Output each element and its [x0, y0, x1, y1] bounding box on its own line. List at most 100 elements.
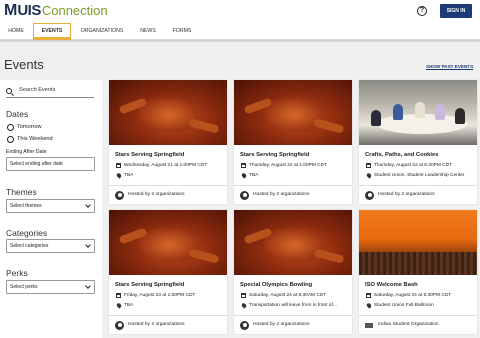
- logo-mark: M: [4, 2, 18, 19]
- person-shape: [371, 110, 381, 126]
- event-host: Hosted by 2 organizations: [253, 322, 310, 327]
- location-pin-icon: [240, 302, 248, 309]
- event-card[interactable]: Stars Serving Springfield Thursday, Augu…: [234, 80, 352, 204]
- event-title[interactable]: Special Olympics Bowling: [240, 282, 312, 288]
- finger-shape: [313, 118, 345, 134]
- themes-select[interactable]: Select themes: [6, 199, 95, 213]
- event-title[interactable]: Stars Serving Springfield: [240, 152, 309, 158]
- event-location: TBA: [124, 173, 134, 178]
- categories-select-text: Select categories: [10, 243, 49, 249]
- nav-events[interactable]: EVENTS: [33, 23, 71, 40]
- search-events-field[interactable]: Search Events: [6, 86, 94, 98]
- tomorrow-radio[interactable]: [7, 124, 14, 131]
- calendar-icon: [366, 293, 371, 298]
- event-image: [109, 80, 227, 145]
- logo-connection: Connection: [41, 3, 108, 18]
- logo-uis: UIS: [17, 2, 41, 19]
- event-card[interactable]: Stars Serving Springfield Friday, August…: [109, 210, 227, 334]
- hand-shape: [264, 98, 324, 132]
- themes-heading: Themes: [6, 187, 37, 197]
- this-weekend-label[interactable]: This Weekend: [17, 136, 53, 142]
- person-shape: [435, 104, 445, 120]
- person-shape: [415, 102, 425, 118]
- organizations-icon: [365, 191, 374, 200]
- nav-forms[interactable]: FORMS: [166, 23, 198, 40]
- top-bar: M UIS Connection ? SIGN IN: [0, 0, 480, 23]
- sign-in-button[interactable]: SIGN IN: [440, 4, 472, 18]
- dates-heading: Dates: [6, 109, 29, 119]
- event-location: TBA: [249, 173, 259, 178]
- location-pin-icon: [365, 302, 373, 309]
- organizations-icon: [240, 321, 249, 330]
- event-host: Indian Student Organization: [378, 322, 439, 327]
- event-date: Thursday, August 22 at 5:30PM CDT: [374, 163, 453, 168]
- event-card[interactable]: Stars Serving Springfield Wednesday, Aug…: [109, 80, 227, 204]
- nav-shadow: [0, 40, 480, 43]
- event-title[interactable]: ISO Welcome Bash: [365, 282, 418, 288]
- chevron-down-icon: [85, 283, 91, 289]
- nav-organizations[interactable]: ORGANIZATIONS: [74, 23, 130, 40]
- nav-home[interactable]: HOME: [2, 23, 30, 40]
- event-title[interactable]: Crafts, Paths, and Cookies: [365, 152, 438, 158]
- finger-shape: [313, 248, 345, 264]
- search-icon: [6, 88, 12, 94]
- finger-shape: [188, 248, 220, 264]
- event-location: TBA: [124, 303, 134, 308]
- card-footer: Hosted by 2 organizations: [234, 185, 352, 204]
- event-card[interactable]: Crafts, Paths, and Cookies Thursday, Aug…: [359, 80, 477, 204]
- calendar-icon: [366, 163, 371, 168]
- event-date: Saturday, August 24 at 5:30PM CDT: [374, 293, 452, 298]
- location-pin-icon: [240, 172, 248, 179]
- event-date: Saturday, August 24 at 8:30AM CDT: [249, 293, 327, 298]
- ending-after-date-input[interactable]: Select ending after date: [6, 157, 95, 171]
- page-title: Events: [4, 57, 44, 72]
- help-icon[interactable]: ?: [417, 6, 427, 16]
- event-host: Hosted by 2 organizations: [128, 192, 185, 197]
- card-footer: Hosted by 2 organizations: [359, 185, 477, 204]
- finger-shape: [188, 118, 220, 134]
- event-card[interactable]: ISO Welcome Bash Saturday, August 24 at …: [359, 210, 477, 334]
- event-date: Wednesday, August 21 at 1:00PM CDT: [124, 163, 208, 168]
- nav-news[interactable]: NEWS: [134, 23, 162, 40]
- calendar-icon: [241, 163, 246, 168]
- card-footer: Hosted by 2 organizations: [109, 185, 227, 204]
- location-pin-icon: [115, 302, 123, 309]
- categories-select[interactable]: Select categories: [6, 239, 95, 253]
- chevron-down-icon: [85, 202, 91, 208]
- main-nav: HOME EVENTS ORGANIZATIONS NEWS FORMS: [0, 23, 480, 40]
- organizations-icon: [115, 321, 124, 330]
- organization-logo-icon: [365, 323, 373, 328]
- event-image: [359, 210, 477, 275]
- person-shape: [455, 108, 465, 124]
- event-title[interactable]: Stars Serving Springfield: [115, 282, 184, 288]
- event-image: [359, 80, 477, 145]
- hand-shape: [139, 228, 199, 262]
- event-host: Hosted by 2 organizations: [378, 192, 435, 197]
- hand-shape: [139, 98, 199, 132]
- show-past-events-link[interactable]: SHOW PAST EVENTS: [426, 64, 473, 69]
- logo[interactable]: M UIS Connection: [4, 3, 108, 19]
- perks-select-text: Select perks: [10, 284, 38, 290]
- ending-after-label: Ending After Date: [6, 149, 47, 155]
- organizations-icon: [115, 191, 124, 200]
- card-footer: Hosted by 2 organizations: [234, 315, 352, 334]
- hand-shape: [264, 228, 324, 262]
- event-image: [234, 80, 352, 145]
- event-card[interactable]: Special Olympics Bowling Saturday, Augus…: [234, 210, 352, 334]
- this-weekend-radio[interactable]: [7, 136, 14, 143]
- event-title[interactable]: Stars Serving Springfield: [115, 152, 184, 158]
- person-shape: [393, 104, 403, 120]
- event-date: Thursday, August 22 at 1:00PM CDT: [249, 163, 328, 168]
- tomorrow-label[interactable]: Tomorrow: [17, 124, 42, 130]
- event-location: Student Union, Student Leadership Center: [374, 173, 465, 178]
- calendar-icon: [116, 293, 121, 298]
- event-host: Hosted by 2 organizations: [253, 192, 310, 197]
- perks-heading: Perks: [6, 268, 28, 278]
- perks-select[interactable]: Select perks: [6, 280, 95, 294]
- search-placeholder: Search Events: [19, 87, 56, 93]
- location-pin-icon: [365, 172, 373, 179]
- calendar-icon: [241, 293, 246, 298]
- event-date: Friday, August 23 at 1:00PM CDT: [124, 293, 196, 298]
- location-pin-icon: [115, 172, 123, 179]
- themes-select-text: Select themes: [10, 203, 42, 209]
